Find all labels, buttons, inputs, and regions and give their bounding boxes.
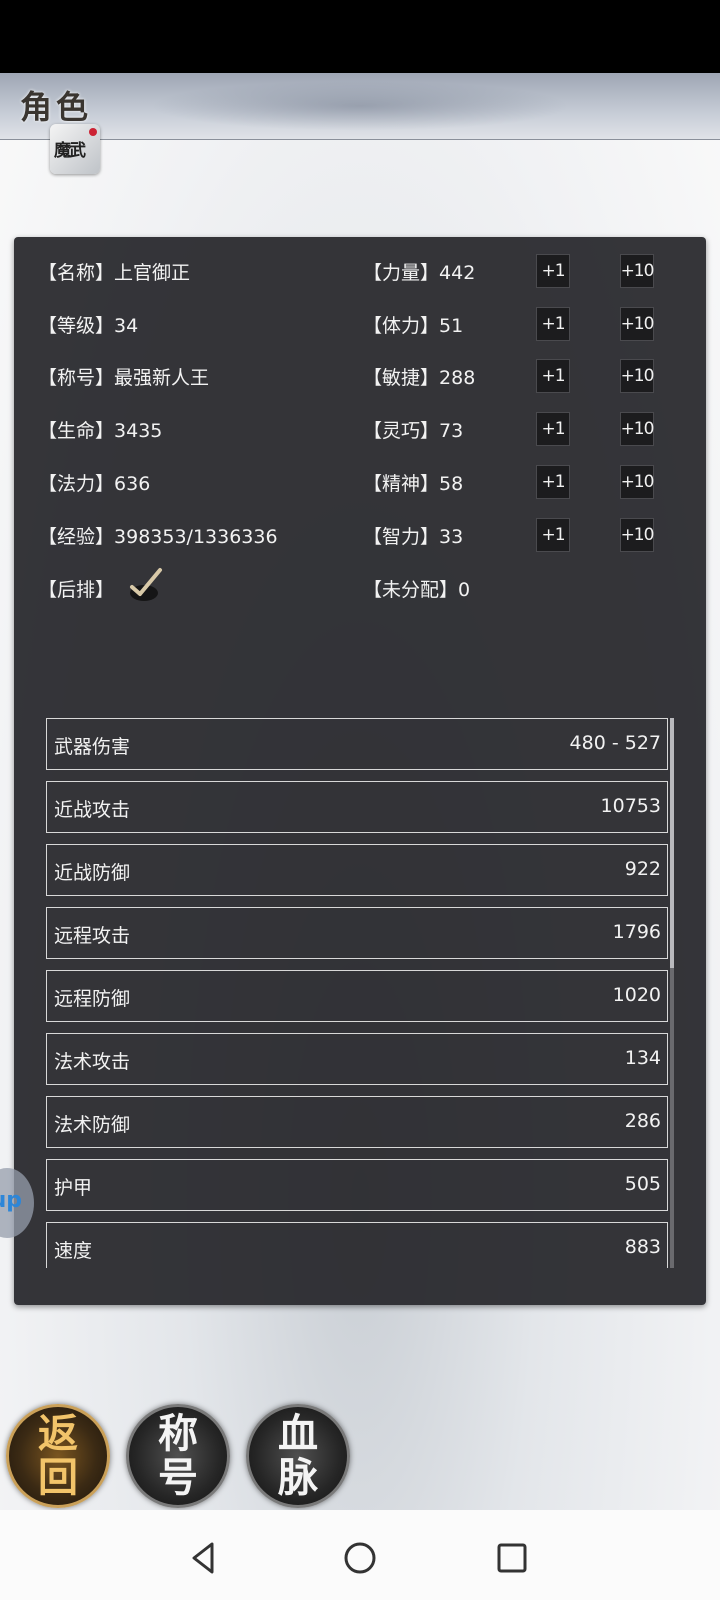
stat-row-armor: 护甲 505 [46,1159,668,1211]
stat-row-magic-attack: 法术攻击 134 [46,1033,668,1085]
page-title: 角色 [20,88,93,126]
stat-row-weapon-damage: 武器伤害 480 - 527 [46,718,668,770]
header-bar [0,73,720,140]
attr-exp: 【经验】398353/1336336 [38,526,278,548]
header-decoration [150,81,570,131]
attr-unallocated: 【未分配】0 [363,579,471,601]
stat-row-speed: 速度 883 [46,1222,668,1268]
home-circle-icon[interactable] [342,1540,378,1576]
attr-title: 【称号】最强新人王 [38,367,210,389]
intelligence-plus10-button[interactable]: +10 [620,518,654,552]
stats-scrollbar-thumb[interactable] [670,718,674,968]
strength-plus10-button[interactable]: +10 [620,254,654,288]
recents-square-icon[interactable] [494,1540,530,1576]
stat-row-ranged-attack: 远程攻击 1796 [46,907,668,959]
stat-row-magic-defense: 法术防御 286 [46,1096,668,1148]
dexterity-plus10-button[interactable]: +10 [620,412,654,446]
attr-spirit: 【精神】58 [363,473,464,495]
stat-row-melee-attack: 近战攻击 10753 [46,781,668,833]
dexterity-plus1-button[interactable]: +1 [536,412,570,446]
back-triangle-icon[interactable] [186,1540,222,1576]
game-logo: 魔武 [50,124,100,174]
stamina-plus10-button[interactable]: +10 [620,307,654,341]
stats-list[interactable]: 武器伤害 480 - 527 近战攻击 10753 近战防御 922 远程攻击 1796… [46,718,686,1268]
back-button[interactable]: 返回 [6,1404,110,1508]
strength-plus1-button[interactable]: +1 [536,254,570,288]
attr-mp: 【法力】636 [38,473,151,495]
spirit-plus1-button[interactable]: +1 [536,465,570,499]
title-button[interactable]: 称号 [126,1404,230,1508]
agility-plus1-button[interactable]: +1 [536,359,570,393]
agility-plus10-button[interactable]: +10 [620,359,654,393]
spirit-plus10-button[interactable]: +10 [620,465,654,499]
attr-intelligence: 【智力】33 [363,526,464,548]
check-icon[interactable] [126,567,166,603]
attr-dexterity: 【灵巧】73 [363,420,464,442]
stat-row-ranged-defense: 远程防御 1020 [46,970,668,1022]
character-panel: 【名称】上官御正 【等级】34 【称号】最强新人王 【生命】3435 【法力】6… [14,237,706,1305]
status-bar [0,0,720,73]
attr-hp: 【生命】3435 [38,420,163,442]
attr-stamina: 【体力】51 [363,315,464,337]
attr-strength: 【力量】442 [363,262,476,284]
intelligence-plus1-button[interactable]: +1 [536,518,570,552]
bloodline-button[interactable]: 血脉 [246,1404,350,1508]
attr-agility: 【敏捷】288 [363,367,476,389]
attr-back-row: 【后排】 [38,579,115,601]
game-logo-text: 魔武 [54,141,86,161]
stamina-plus1-button[interactable]: +1 [536,307,570,341]
attr-level: 【等级】34 [38,315,139,337]
attr-name: 【名称】上官御正 [38,262,191,284]
stat-row-melee-defense: 近战防御 922 [46,844,668,896]
